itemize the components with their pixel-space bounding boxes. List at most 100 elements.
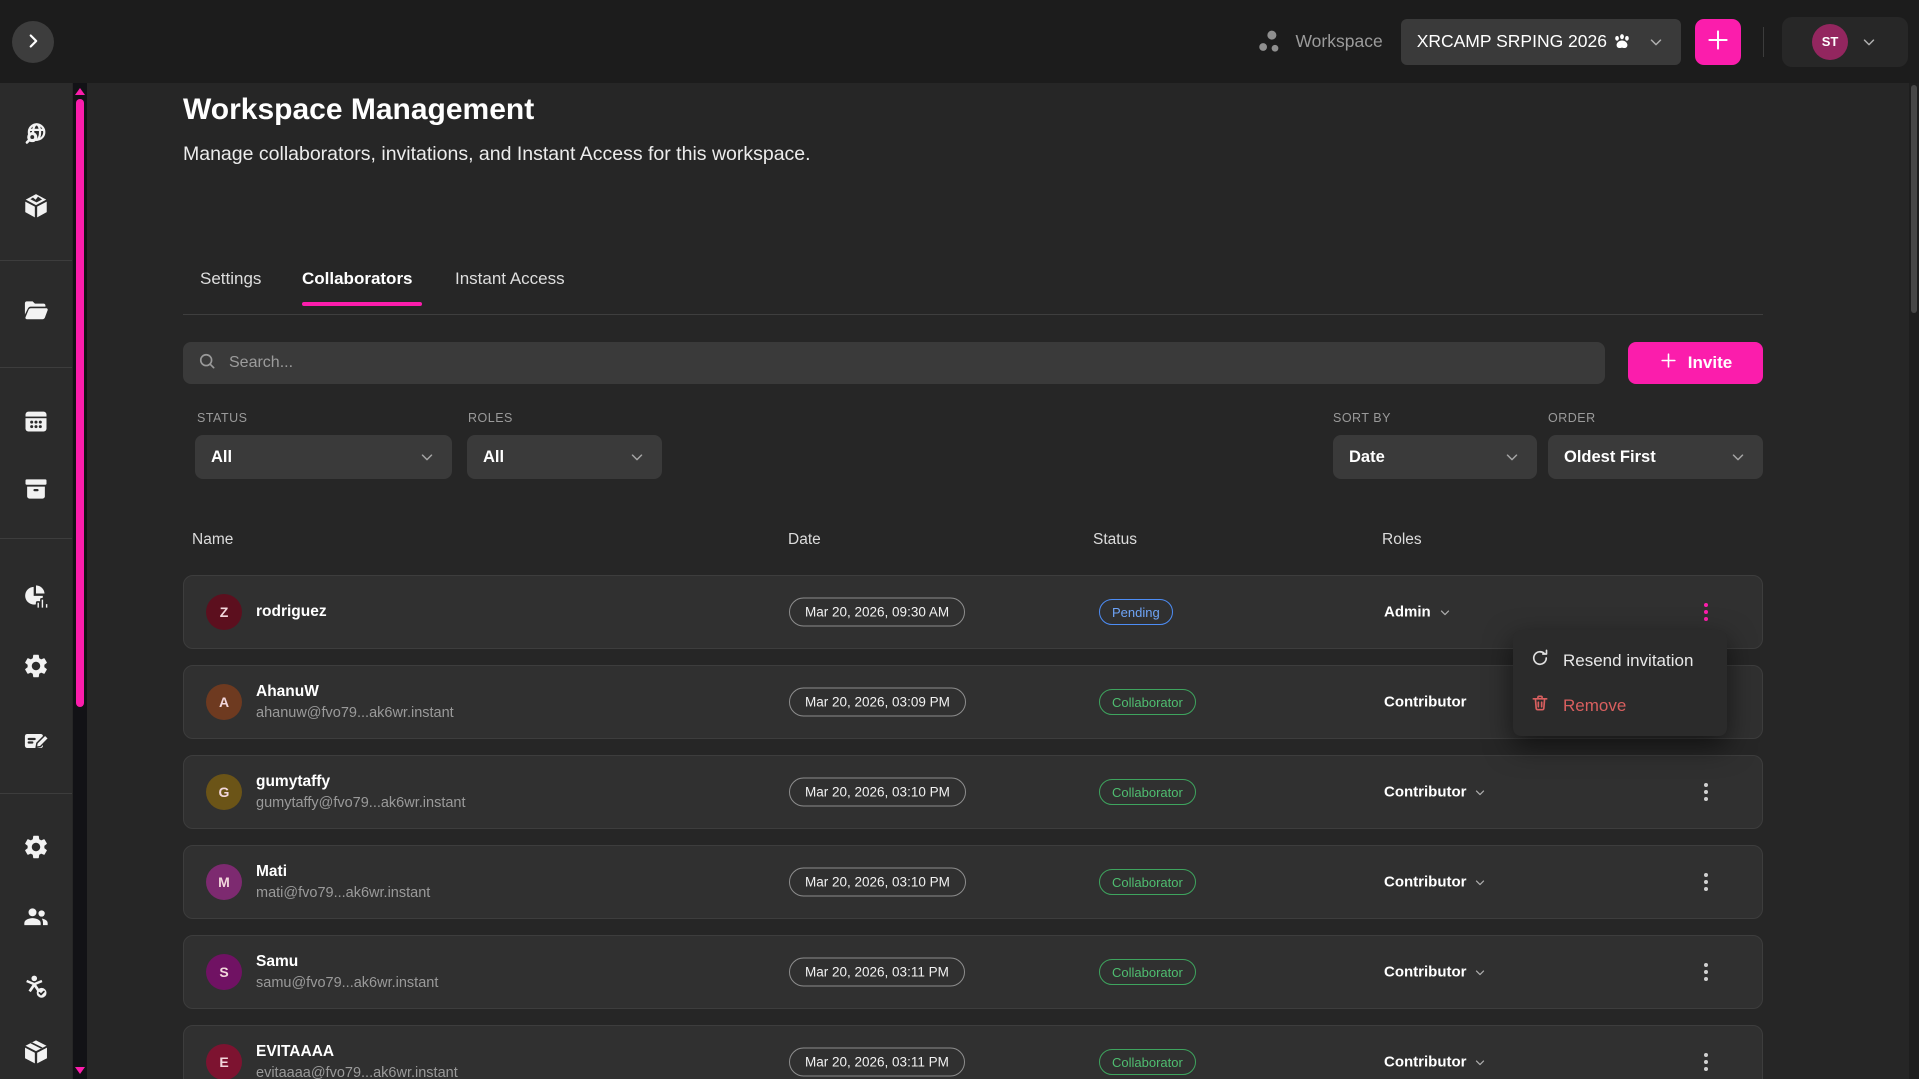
window-scrollbar[interactable] bbox=[1909, 83, 1919, 1079]
sidebar-item-accessibility[interactable] bbox=[16, 968, 56, 1008]
menu-item-label: Resend invitation bbox=[1563, 651, 1693, 671]
status-filter-select[interactable]: All bbox=[195, 435, 452, 479]
refresh-icon bbox=[1530, 648, 1550, 673]
collaborator-name: AhanuW bbox=[256, 683, 454, 701]
role-dropdown[interactable]: Contributor bbox=[1384, 964, 1487, 981]
active-tab-underline bbox=[302, 302, 422, 306]
role-value: Contributor bbox=[1384, 694, 1466, 711]
sidebar-item-members[interactable] bbox=[16, 898, 56, 938]
collaborator-name: Samu bbox=[256, 953, 438, 971]
sidebar-toggle-button[interactable] bbox=[12, 21, 54, 63]
collaborator-identity: rodriguez bbox=[256, 576, 327, 648]
content-scrollbar[interactable] bbox=[73, 83, 87, 1079]
person-check-icon bbox=[22, 973, 50, 1004]
role-value: Contributor bbox=[1384, 964, 1466, 981]
tab-settings[interactable]: Settings bbox=[200, 269, 261, 289]
user-avatar: ST bbox=[1812, 24, 1848, 60]
collaborator-row: S Samu samu@fvo79...ak6wr.instant Mar 20… bbox=[183, 935, 1763, 1009]
chevron-down-icon bbox=[1729, 448, 1747, 466]
row-actions-menu-button[interactable] bbox=[1692, 954, 1720, 990]
sidebar-item-calendar-grid[interactable] bbox=[16, 402, 56, 442]
role-value: Contributor bbox=[1384, 784, 1466, 801]
sort-by-value: Date bbox=[1349, 448, 1385, 467]
create-workspace-button[interactable] bbox=[1695, 19, 1741, 65]
tab-divider bbox=[183, 314, 1763, 315]
collaborator-email: samu@fvo79...ak6wr.instant bbox=[256, 975, 438, 991]
plus-icon bbox=[1705, 27, 1731, 56]
scrollbar-thumb[interactable] bbox=[76, 99, 84, 707]
collaborator-row: E EVITAAAA evitaaaa@fvo79...ak6wr.instan… bbox=[183, 1025, 1763, 1079]
remove-menu-item[interactable]: Remove bbox=[1513, 685, 1727, 727]
role-dropdown[interactable]: Contributor bbox=[1384, 784, 1487, 801]
page-subtitle: Manage collaborators, invitations, and I… bbox=[183, 143, 811, 166]
sidebar-item-web-search[interactable] bbox=[16, 116, 56, 156]
package-box-icon bbox=[22, 1038, 50, 1069]
invite-date-pill: Mar 20, 2026, 03:09 PM bbox=[789, 688, 966, 717]
main-content: Workspace Management Manage collaborator… bbox=[87, 83, 1919, 1079]
roles-filter-label: ROLES bbox=[468, 411, 513, 425]
row-actions-menu-button[interactable] bbox=[1692, 1044, 1720, 1079]
chevron-down-icon bbox=[1473, 875, 1487, 889]
order-value: Oldest First bbox=[1564, 448, 1656, 467]
sidebar-item-asset-cube[interactable] bbox=[16, 187, 56, 227]
role-dropdown[interactable]: Contributor bbox=[1384, 1054, 1487, 1071]
page-title: Workspace Management bbox=[183, 93, 534, 127]
resend-invitation-menu-item[interactable]: Resend invitation bbox=[1513, 640, 1727, 682]
tab-instant-access[interactable]: Instant Access bbox=[455, 269, 565, 289]
sidebar-divider bbox=[0, 367, 72, 368]
role-dropdown[interactable]: Admin bbox=[1384, 604, 1452, 621]
invite-button[interactable]: Invite bbox=[1628, 342, 1763, 384]
row-actions-menu-button[interactable] bbox=[1692, 864, 1720, 900]
sort-by-select[interactable]: Date bbox=[1333, 435, 1537, 479]
search-placeholder: Search... bbox=[229, 354, 293, 372]
window-scrollbar-thumb[interactable] bbox=[1911, 85, 1917, 313]
workspace-label: Workspace bbox=[1295, 31, 1382, 52]
folder-open-icon bbox=[22, 297, 50, 328]
sidebar-item-archive-box[interactable] bbox=[16, 470, 56, 510]
order-label: ORDER bbox=[1548, 411, 1596, 425]
collaborator-identity: gumytaffy gumytaffy@fvo79...ak6wr.instan… bbox=[256, 756, 466, 828]
user-menu[interactable]: ST bbox=[1782, 17, 1908, 67]
row-actions-menu-button[interactable] bbox=[1692, 774, 1720, 810]
sidebar-item-settings-gear-2[interactable] bbox=[16, 828, 56, 868]
sort-by-label: SORT BY bbox=[1333, 411, 1391, 425]
sidebar-item-license-card[interactable] bbox=[16, 722, 56, 762]
order-select[interactable]: Oldest First bbox=[1548, 435, 1763, 479]
collaborator-row: M Mati mati@fvo79...ak6wr.instant Mar 20… bbox=[183, 845, 1763, 919]
collaborator-email: gumytaffy@fvo79...ak6wr.instant bbox=[256, 795, 466, 811]
sidebar-item-analytics-pie[interactable] bbox=[16, 578, 56, 618]
invite-label: Invite bbox=[1688, 353, 1732, 373]
paw-icon bbox=[1611, 31, 1633, 53]
status-badge: Collaborator bbox=[1099, 959, 1196, 985]
role-value: Admin bbox=[1384, 604, 1431, 621]
search-input[interactable]: Search... bbox=[183, 342, 1605, 384]
role-value: Contributor bbox=[1384, 874, 1466, 891]
sidebar-item-settings-gear[interactable] bbox=[16, 647, 56, 687]
avatar: A bbox=[206, 684, 242, 720]
pie-chart-icon bbox=[22, 583, 50, 614]
avatar: E bbox=[206, 1044, 242, 1079]
column-header-name: Name bbox=[192, 531, 233, 549]
chevron-down-icon bbox=[1503, 448, 1521, 466]
row-actions-menu-button[interactable] bbox=[1692, 594, 1720, 630]
roles-filter-select[interactable]: All bbox=[467, 435, 662, 479]
status-badge: Collaborator bbox=[1099, 779, 1196, 805]
collaborator-identity: Mati mati@fvo79...ak6wr.instant bbox=[256, 846, 430, 918]
invite-date-pill: Mar 20, 2026, 03:11 PM bbox=[789, 1048, 965, 1077]
workspace-selector-dropdown[interactable]: XRCAMP SRPING 2026 bbox=[1401, 19, 1681, 65]
sidebar-item-projects-folder[interactable] bbox=[16, 292, 56, 332]
tab-collaborators[interactable]: Collaborators bbox=[302, 269, 413, 289]
sidebar-item-packages[interactable] bbox=[16, 1033, 56, 1073]
collaborator-email: mati@fvo79...ak6wr.instant bbox=[256, 885, 430, 901]
role-dropdown[interactable]: Contributor bbox=[1384, 874, 1487, 891]
chevron-down-icon bbox=[418, 448, 436, 466]
scroll-down-arrow[interactable] bbox=[75, 1067, 85, 1074]
status-filter-value: All bbox=[211, 448, 232, 467]
sidebar bbox=[0, 83, 72, 1079]
status-filter-label: STATUS bbox=[197, 411, 247, 425]
scroll-up-arrow[interactable] bbox=[75, 88, 85, 95]
column-header-status: Status bbox=[1093, 531, 1137, 549]
collaborator-identity: Samu samu@fvo79...ak6wr.instant bbox=[256, 936, 438, 1008]
gear-icon bbox=[22, 652, 50, 683]
role-dropdown[interactable]: Contributor bbox=[1384, 694, 1466, 711]
